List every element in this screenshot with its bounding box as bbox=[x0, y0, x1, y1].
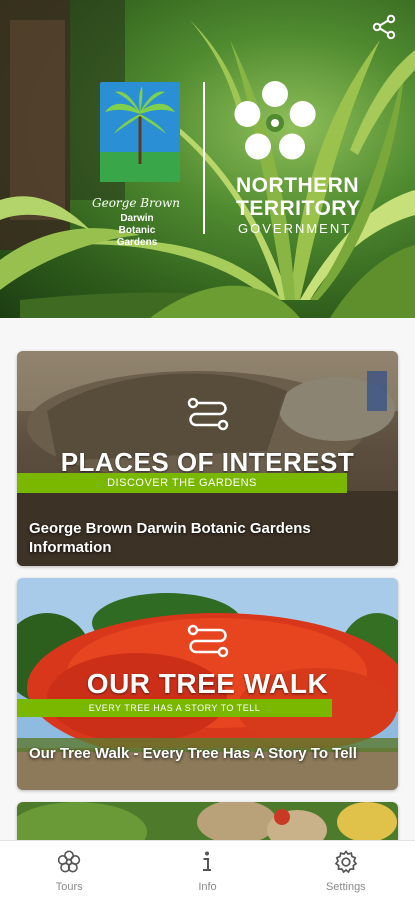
info-icon bbox=[203, 851, 212, 871]
nt-flower-logo bbox=[234, 81, 316, 160]
gear-icon bbox=[334, 850, 358, 874]
gardens-name: Darwin Botanic Gardens bbox=[97, 213, 177, 249]
nt-logo-northern: NORTHERN bbox=[236, 174, 359, 197]
flower-icon bbox=[57, 850, 81, 873]
logo-divider bbox=[203, 82, 205, 234]
george-brown-logo bbox=[100, 82, 180, 182]
share-icon bbox=[372, 14, 396, 40]
nav-settings[interactable]: Settings bbox=[277, 841, 415, 900]
our-tree-walk-card[interactable]: OUR TREE WALK EVERY TREE HAS A STORY TO … bbox=[17, 578, 398, 790]
nav-info[interactable]: Info bbox=[138, 841, 276, 900]
route-icon bbox=[187, 624, 228, 658]
nav-label-settings: Settings bbox=[325, 881, 366, 893]
nav-tours[interactable]: Tours bbox=[0, 841, 138, 900]
share-button[interactable] bbox=[367, 10, 401, 44]
nav-label-tours: Tours bbox=[55, 881, 83, 893]
places-of-interest-card[interactable]: PLACES OF INTEREST DISCOVER THE GARDENS … bbox=[17, 351, 398, 566]
app-screen: George Brown Darwin Botanic Gardens NORT… bbox=[0, 0, 415, 900]
gardens-name-line2: Botanic Gardens bbox=[116, 225, 158, 248]
route-icon bbox=[187, 397, 228, 431]
nt-logo-territory: TERRITORY bbox=[236, 197, 361, 220]
hero-background-image bbox=[0, 0, 415, 318]
george-brown-script: George Brown bbox=[92, 196, 181, 210]
gardens-name-line1: Darwin bbox=[120, 213, 154, 224]
hero-banner: George Brown Darwin Botanic Gardens NORT… bbox=[0, 0, 415, 318]
card-caption: George Brown Darwin Botanic Gardens Info… bbox=[29, 520, 311, 556]
card-subtitle-band: EVERY TREE HAS A STORY TO TELL bbox=[17, 699, 332, 717]
nt-logo-government: GOVERNMENT bbox=[238, 221, 352, 236]
nav-label-info: Info bbox=[198, 881, 217, 893]
card-title: OUR TREE WALK bbox=[86, 668, 329, 699]
card-caption: Our Tree Walk - Every Tree Has A Story T… bbox=[29, 745, 357, 762]
bottom-navigation: Tours Info Settings bbox=[0, 840, 415, 900]
card-subtitle-band: DISCOVER THE GARDENS bbox=[17, 473, 347, 493]
